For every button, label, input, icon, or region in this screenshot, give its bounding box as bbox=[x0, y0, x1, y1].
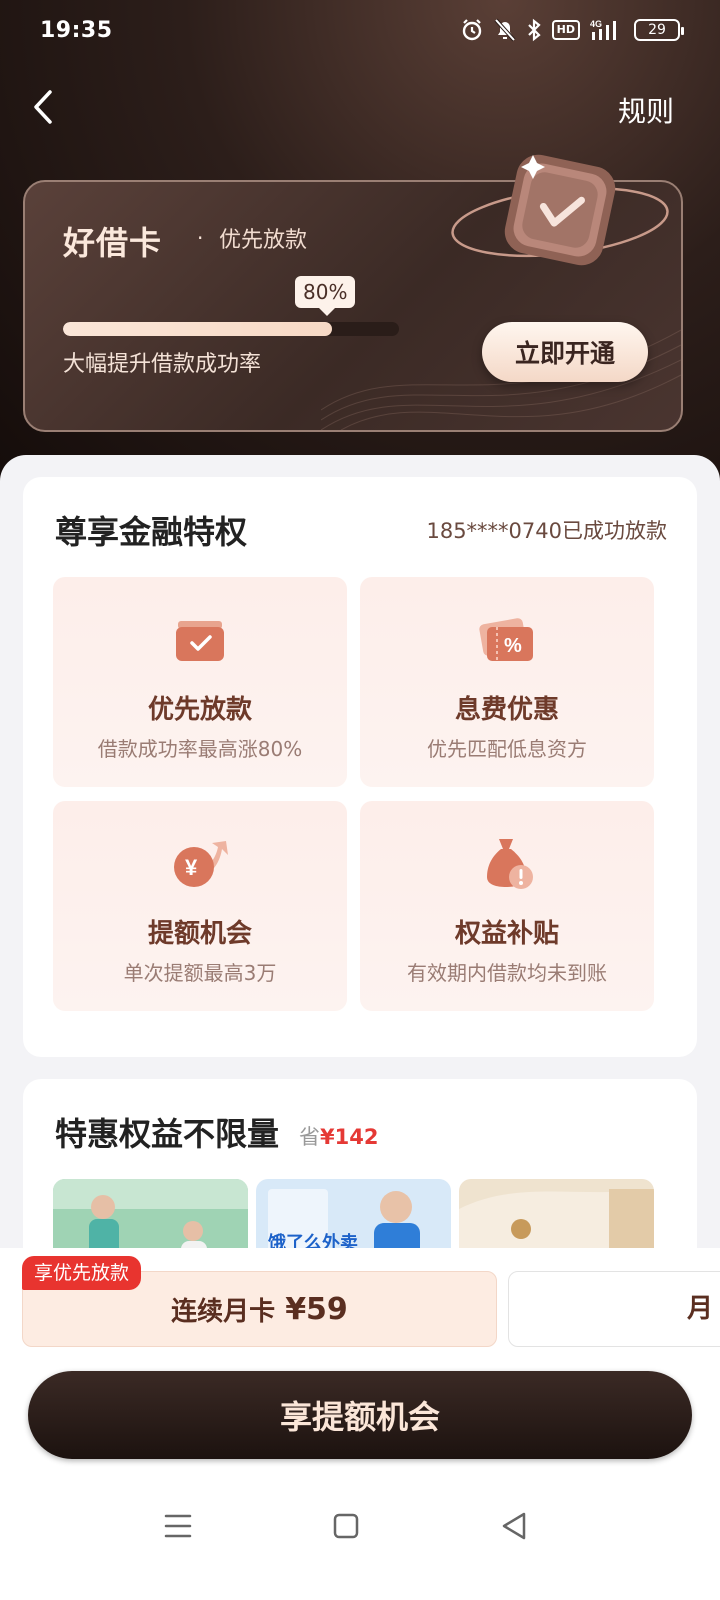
loan-success-note: 185****0740已成功放款 bbox=[426, 519, 667, 543]
privilege-tile-credit-increase[interactable]: ¥ 提额机会 单次提额最高3万 bbox=[53, 801, 347, 1011]
savings-label: 省¥142 bbox=[299, 1125, 379, 1149]
mute-bell-icon bbox=[494, 18, 516, 42]
plan-price: ¥59 bbox=[285, 1291, 348, 1327]
privilege-tile-priority-loan[interactable]: 优先放款 借款成功率最高涨80% bbox=[53, 577, 347, 787]
savings-amount: ¥142 bbox=[320, 1125, 379, 1149]
menu-icon[interactable] bbox=[158, 1506, 198, 1546]
benefits-title: 特惠权益不限量 bbox=[55, 1115, 280, 1153]
progress-badge: 80% bbox=[295, 276, 356, 316]
tile-name: 提额机会 bbox=[147, 919, 252, 949]
back-button[interactable] bbox=[28, 82, 68, 132]
signal-icon: 4G bbox=[590, 18, 624, 42]
back-triangle-icon[interactable] bbox=[494, 1506, 534, 1546]
svg-text:¥: ¥ bbox=[185, 855, 198, 880]
bluetooth-icon bbox=[526, 18, 542, 42]
priority-loan-tag: 享优先放款 bbox=[22, 1256, 142, 1290]
credit-increase-cta-button[interactable]: 享提额机会 bbox=[28, 1371, 692, 1459]
tile-description: 单次提额最高3万 bbox=[123, 961, 277, 985]
progress-bar bbox=[63, 322, 399, 336]
system-navigation-bar bbox=[0, 1490, 720, 1600]
plan-name: 连续月卡 bbox=[171, 1296, 276, 1327]
card-subtitle: 优先放款 bbox=[219, 228, 308, 253]
home-square-icon[interactable] bbox=[326, 1506, 366, 1546]
check-badge-icon bbox=[451, 154, 669, 266]
rules-link[interactable]: 规则 bbox=[618, 90, 674, 130]
alarm-icon bbox=[460, 18, 484, 42]
card-title: 好借卡 bbox=[63, 224, 163, 262]
progress-fill bbox=[63, 322, 332, 336]
svg-text:4G: 4G bbox=[590, 19, 602, 29]
tile-name: 权益补贴 bbox=[454, 919, 559, 949]
tile-name: 息费优惠 bbox=[454, 695, 559, 725]
plan-option-monthly[interactable]: 月 bbox=[508, 1271, 720, 1347]
privileges-card: 尊享金融特权 185****0740已成功放款 优先放款 借款成功率最高涨80%… bbox=[23, 477, 697, 1057]
tile-description: 优先匹配低息资方 bbox=[427, 737, 587, 761]
tile-name: 优先放款 bbox=[147, 695, 252, 725]
hd-icon: HD bbox=[551, 20, 580, 40]
open-now-button[interactable]: 立即开通 bbox=[482, 322, 648, 382]
discount-coupon-icon: % bbox=[479, 618, 533, 661]
tile-description: 有效期内借款均未到账 bbox=[407, 961, 607, 985]
svg-text:%: % bbox=[504, 635, 522, 657]
card-separator: · bbox=[197, 226, 204, 250]
privileges-title: 尊享金融特权 bbox=[55, 513, 248, 551]
status-time: 19:35 bbox=[40, 18, 113, 43]
money-bag-alert-icon bbox=[487, 839, 533, 889]
yuan-up-arrow-icon: ¥ bbox=[174, 841, 228, 887]
battery-indicator: 29 bbox=[634, 19, 684, 41]
status-bar: 19:35 HD 4G 29 bbox=[0, 0, 720, 64]
chevron-left-icon bbox=[34, 90, 52, 124]
tile-description: 借款成功率最高涨80% bbox=[97, 737, 303, 761]
status-icons: HD 4G 29 bbox=[460, 18, 684, 42]
privilege-tile-interest-discount[interactable]: % 息费优惠 优先匹配低息资方 bbox=[360, 577, 654, 787]
wallet-check-icon bbox=[176, 621, 224, 661]
privilege-tile-benefit-subsidy[interactable]: 权益补贴 有效期内借款均未到账 bbox=[360, 801, 654, 1011]
benefits-card: 特惠权益不限量 省¥142 饿了么外卖 bbox=[23, 1079, 697, 1269]
card-description: 大幅提升借款成功率 bbox=[63, 352, 262, 377]
